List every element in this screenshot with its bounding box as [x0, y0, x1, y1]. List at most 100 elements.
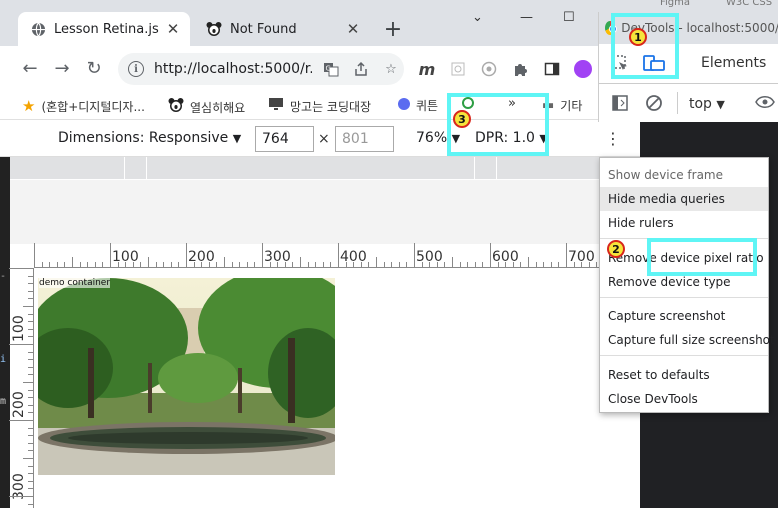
ruler-tick	[28, 366, 33, 368]
translate-icon[interactable]: G	[320, 58, 342, 80]
ruler-tick	[9, 268, 33, 269]
ruler-tick	[391, 262, 393, 267]
ruler-tick	[28, 336, 33, 338]
ruler-tick	[9, 344, 33, 345]
profile-avatar[interactable]	[572, 58, 594, 80]
ruler-tick	[117, 262, 119, 267]
ruler-tick	[87, 262, 89, 267]
ruler-tick	[497, 262, 499, 267]
ruler-tick	[28, 328, 33, 330]
bookmark-item[interactable]: ★ (혼합+디지털디자...	[22, 97, 145, 115]
menu-reset-to-defaults[interactable]: Reset to defaults	[600, 363, 768, 387]
ruler-tick	[322, 262, 324, 267]
elements-tab[interactable]: Elements	[701, 55, 766, 71]
tab-not-found[interactable]: Not Found ✕	[194, 12, 370, 46]
menu-hide-media-queries[interactable]: Hide media queries	[600, 187, 768, 211]
ruler-tick	[505, 262, 507, 267]
ruler-tick	[41, 262, 43, 267]
eye-icon[interactable]	[755, 94, 775, 114]
ruler-tick	[28, 503, 33, 505]
horizontal-ruler: 100 200 300 400 500 600 700	[34, 243, 600, 268]
dropdown-arrow-icon: ▼	[716, 98, 725, 111]
width-input[interactable]: 764	[255, 126, 314, 152]
ruler-tick	[239, 262, 241, 267]
ruler-tick	[558, 262, 560, 267]
ruler-tick	[398, 262, 400, 267]
reload-button[interactable]: ↻	[82, 56, 106, 80]
back-button[interactable]: ←	[18, 56, 42, 80]
new-tab-button[interactable]: +	[380, 16, 406, 42]
circle-extension-icon[interactable]	[478, 58, 500, 80]
menu-hide-rulers[interactable]: Hide rulers	[600, 211, 768, 235]
maximize-icon[interactable]: ☐	[563, 10, 575, 25]
bookmark-item[interactable]: 망고는 코딩대장	[268, 97, 371, 115]
bookmark-item[interactable]: 열심히해요	[168, 97, 245, 117]
ruler-tick	[360, 262, 362, 267]
menu-show-device-frame[interactable]: Show device frame	[600, 163, 768, 187]
minimize-icon[interactable]: —	[520, 10, 533, 25]
bookmark-star-icon[interactable]: ☆	[380, 58, 402, 80]
bookmark-item[interactable]: 퀴튼	[398, 97, 438, 114]
ruler-tick	[140, 262, 142, 267]
tab-title: Lesson Retina.js	[54, 21, 159, 37]
ruler-tick	[72, 257, 73, 267]
extensions-puzzle-icon[interactable]	[510, 58, 532, 80]
ruler-tick	[125, 262, 127, 267]
context-dropdown[interactable]: top ▼	[689, 96, 725, 112]
menu-capture-full-size-screenshot[interactable]: Capture full size screenshot	[600, 328, 775, 352]
close-tab-icon[interactable]: ✕	[344, 20, 362, 38]
ruler-tick	[512, 262, 514, 267]
clear-console-icon[interactable]	[645, 94, 663, 116]
menu-capture-screenshot[interactable]: Capture screenshot	[600, 304, 768, 328]
ruler-tick	[28, 290, 33, 292]
koala-icon	[168, 97, 184, 117]
device-viewport[interactable]: demo container	[35, 269, 600, 508]
m-extension-icon[interactable]: m	[416, 58, 438, 80]
demo-container-label: demo container	[39, 278, 111, 288]
url-text: http://localhost:5000/r...	[154, 61, 312, 77]
close-tab-icon[interactable]: ✕	[164, 20, 182, 38]
ruler-tick	[246, 262, 248, 267]
more-options-kebab-icon[interactable]: ⋮	[605, 129, 621, 148]
koala-icon	[206, 21, 222, 37]
site-info-icon[interactable]: i	[128, 61, 144, 77]
annotation-badge-2: 2	[607, 240, 625, 258]
tab-lesson-retina[interactable]: Lesson Retina.js ✕	[18, 12, 190, 46]
monitor-icon	[268, 97, 284, 115]
ruler-tick	[28, 275, 33, 277]
ruler-tick	[28, 412, 33, 414]
ruler-tick	[588, 262, 590, 267]
ruler-tick	[421, 262, 423, 267]
address-bar[interactable]: i http://localhost:5000/r... G ☆	[118, 53, 404, 85]
ruler-tick	[490, 243, 491, 267]
ruler-tick	[23, 458, 33, 459]
media-query-bar[interactable]	[10, 157, 600, 179]
share-icon[interactable]	[350, 58, 372, 80]
tab-search-chevron-icon[interactable]: ⌄	[472, 10, 483, 25]
ruler-label: 200	[11, 391, 27, 418]
media-query-area	[10, 180, 600, 244]
ruler-tick	[216, 262, 218, 267]
ruler-tick	[581, 262, 583, 267]
bg-w3c-tab: W3C CSS	[726, 0, 773, 8]
ruler-tick	[269, 262, 271, 267]
ruler-tick	[49, 262, 51, 267]
ruler-tick	[330, 262, 332, 267]
ruler-tick	[414, 243, 415, 267]
grid-extension-icon[interactable]	[447, 58, 469, 80]
menu-close-devtools[interactable]: Close DevTools	[600, 387, 768, 411]
ruler-tick	[9, 420, 33, 421]
side-panel-icon[interactable]	[541, 58, 563, 80]
dimensions-dropdown[interactable]: Dimensions: Responsive ▼	[58, 130, 241, 146]
forward-button[interactable]: →	[50, 56, 74, 80]
vertical-ruler: 100 200 300	[9, 268, 34, 508]
ruler-tick	[482, 262, 484, 267]
bg-figma-tab: Figma	[660, 0, 691, 8]
dropdown-arrow-icon: ▼	[232, 132, 242, 145]
device-options-menu: Show device frame Hide media queries Hid…	[599, 157, 775, 413]
sidebar-toggle-icon[interactable]	[611, 94, 629, 116]
ruler-tick	[28, 480, 33, 482]
ruler-tick	[28, 389, 33, 391]
height-input[interactable]: 801	[335, 126, 394, 152]
ruler-tick	[315, 262, 317, 267]
